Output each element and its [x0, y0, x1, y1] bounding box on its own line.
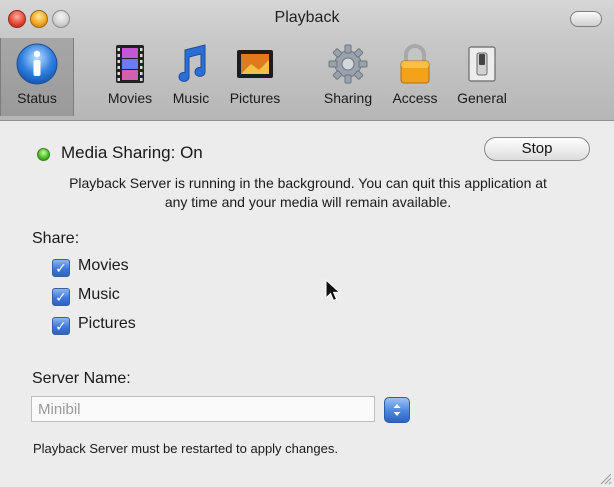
picture-icon	[237, 50, 273, 78]
restart-notice: Playback Server must be restarted to app…	[33, 441, 338, 456]
status-description: Playback Server is running in the backgr…	[69, 175, 547, 210]
tab-music[interactable]: Music	[165, 38, 217, 116]
tab-status[interactable]: Status	[0, 38, 74, 116]
window-title: Playback	[274, 9, 340, 26]
tab-access-label: Access	[392, 90, 438, 106]
titlebar: Playback Status Movies Music Pictures Sh…	[0, 0, 614, 121]
switch-icon	[468, 46, 496, 82]
tab-sharing-label: Sharing	[323, 90, 373, 106]
share-music-label: Music	[78, 286, 120, 303]
toolbar-toggle-button[interactable]	[570, 11, 602, 27]
server-name-field[interactable]	[31, 396, 375, 422]
tab-pictures[interactable]: Pictures	[222, 38, 288, 116]
info-icon	[16, 43, 58, 85]
share-pictures-checkbox[interactable]: ✓	[52, 317, 70, 335]
gear-icon	[328, 44, 368, 84]
share-heading: Share:	[32, 230, 80, 247]
share-pictures-label: Pictures	[78, 315, 136, 332]
resize-grip-icon[interactable]	[598, 471, 612, 485]
share-movies-checkbox[interactable]: ✓	[52, 259, 70, 277]
lock-icon	[400, 44, 430, 84]
preferences-window: Playback Status Movies Music Pictures Sh…	[0, 0, 614, 487]
film-icon	[116, 45, 144, 83]
tab-movies[interactable]: Movies	[98, 38, 162, 116]
share-movies-label: Movies	[78, 257, 129, 274]
tab-general[interactable]: General	[449, 38, 515, 116]
status-indicator-icon	[37, 148, 50, 161]
server-name-stepper[interactable]	[384, 397, 410, 423]
tab-status-label: Status	[17, 90, 57, 106]
share-music-checkbox[interactable]: ✓	[52, 288, 70, 306]
tab-sharing[interactable]: Sharing	[316, 38, 380, 116]
tab-movies-label: Movies	[107, 90, 153, 106]
music-note-icon	[178, 44, 206, 82]
tab-music-label: Music	[172, 90, 210, 106]
tab-access[interactable]: Access	[384, 38, 446, 116]
status-pane: Media Sharing: On Stop Playback Server i…	[0, 121, 614, 487]
stop-button[interactable]: Stop	[484, 137, 590, 161]
status-text: Media Sharing: On	[61, 143, 203, 162]
mouse-pointer-icon	[325, 279, 341, 302]
tab-general-label: General	[457, 90, 507, 106]
server-name-label: Server Name:	[32, 370, 131, 387]
tab-pictures-label: Pictures	[229, 90, 281, 106]
